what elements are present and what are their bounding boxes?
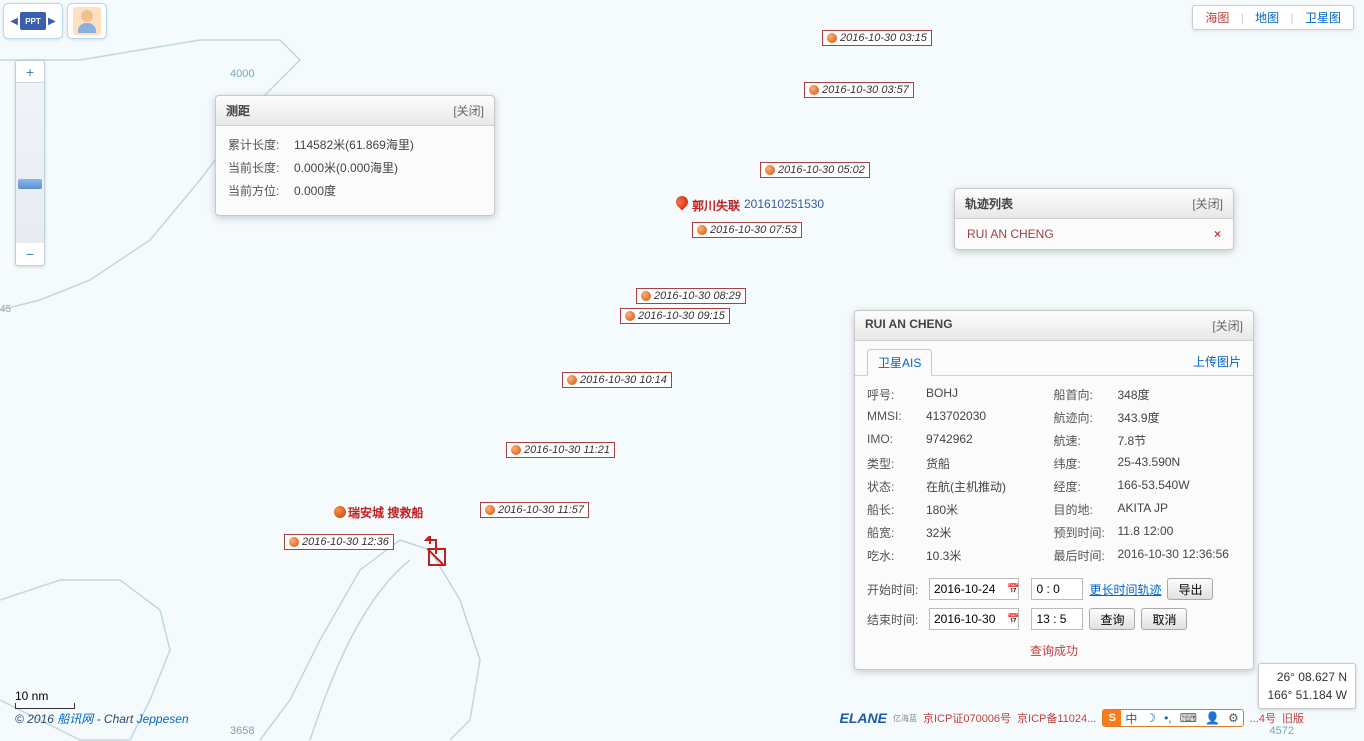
measure-title: 测距: [226, 102, 250, 119]
track-timestamp: 2016-10-30 11:57: [480, 502, 589, 518]
cursor-lon: 166° 51.184 W: [1267, 686, 1347, 704]
start-time-input[interactable]: [1031, 578, 1083, 600]
end-date-input[interactable]: [929, 608, 1019, 630]
maptype-chart[interactable]: 海图: [1201, 11, 1233, 25]
end-time-input[interactable]: [1031, 608, 1083, 630]
track-timestamp: 2016-10-30 08:29: [636, 288, 746, 304]
map-type-switch: 海图 | 地图 | 卫星图: [1192, 5, 1354, 30]
poi-guochuan-time: 201610251530: [744, 197, 824, 211]
search-button[interactable]: 查询: [1089, 608, 1135, 630]
poi-guochuan-label: 郭川失联: [692, 197, 740, 214]
extend-track-link[interactable]: 更长时间轨迹: [1089, 581, 1161, 598]
query-status: 查询成功: [855, 634, 1253, 669]
track-dot-icon: [827, 33, 837, 43]
shipinfo-title: RUI AN CHENG: [865, 317, 953, 334]
track-timestamp: 2016-10-30 11:21: [506, 442, 615, 458]
measure-curlen-label: 当前长度:: [228, 159, 294, 176]
shipinfo-panel: RUI AN CHENG [关闭] 卫星AIS 上传图片 呼号:BOHJ 船首向…: [854, 310, 1254, 670]
measure-panel: 测距 [关闭] 累计长度:114582米(61.869海里) 当前长度:0.00…: [215, 95, 495, 216]
tracklist-panel: 轨迹列表 [关闭] RUI AN CHENG ×: [954, 188, 1234, 250]
zoom-thumb[interactable]: [18, 179, 42, 189]
zoom-slider[interactable]: [16, 83, 44, 243]
lat-45: 45: [0, 304, 11, 315]
icp-link-2[interactable]: 京ICP备11024...: [1017, 710, 1096, 726]
cancel-button[interactable]: 取消: [1141, 608, 1187, 630]
tracklist-title: 轨迹列表: [965, 195, 1013, 212]
track-timestamp: 2016-10-30 03:15: [822, 30, 932, 46]
measure-curbrg-value: 0.000度: [294, 182, 482, 199]
track-timestamp: 2016-10-30 05:02: [760, 162, 870, 178]
scale-bar: 10 nm: [15, 689, 75, 709]
poi-rescue-label: 瑞安城 搜救船: [348, 504, 423, 521]
copyright: © 2016 船讯网 - Chart Jeppesen: [15, 710, 189, 727]
ship-heading-icon: [418, 536, 448, 556]
measure-close-button[interactable]: [关闭]: [453, 102, 484, 119]
scale-label: 10 nm: [15, 689, 75, 703]
old-version-link[interactable]: 旧版: [1282, 710, 1304, 726]
arrow-right-icon: ▶: [48, 16, 56, 27]
ime-person-icon[interactable]: 👤: [1201, 711, 1224, 725]
maptype-map[interactable]: 地图: [1251, 11, 1283, 25]
zoom-control: + −: [15, 60, 45, 266]
ppt-icon: PPT: [20, 12, 46, 30]
measure-curlen-value: 0.000米(0.000海里): [294, 159, 482, 176]
ime-gear-icon[interactable]: ⚙: [1224, 711, 1243, 725]
track-timestamp: 2016-10-30 07:53: [692, 222, 802, 238]
shipinfo-grid: 呼号:BOHJ 船首向:348度 MMSI:413702030 航迹向:343.…: [855, 376, 1253, 574]
calendar-icon[interactable]: 📅: [1007, 614, 1019, 625]
elane-logo: ELANE: [840, 710, 887, 726]
tool-ppt-button[interactable]: ◀ PPT ▶: [3, 3, 63, 39]
measure-total-value: 114582米(61.869海里): [294, 136, 482, 153]
track-timestamp: 2016-10-30 10:14: [562, 372, 672, 388]
shipxy-link[interactable]: 船讯网: [57, 712, 93, 726]
export-button[interactable]: 导出: [1167, 578, 1213, 600]
ime-zhong-icon[interactable]: 中: [1121, 710, 1141, 727]
depth-3658: 3658: [230, 725, 254, 737]
jeppesen-link[interactable]: Jeppesen: [137, 712, 189, 726]
ime-s-icon[interactable]: S: [1103, 709, 1121, 727]
start-time-label: 开始时间:: [867, 581, 923, 598]
tracklist-delete-button[interactable]: ×: [1214, 227, 1221, 241]
tab-satellite-ais[interactable]: 卫星AIS: [867, 349, 932, 376]
shipinfo-close-button[interactable]: [关闭]: [1212, 317, 1243, 334]
track-timestamp: 2016-10-30 12:36: [284, 534, 394, 550]
cursor-coordinates: 26° 08.627 N 166° 51.184 W: [1258, 663, 1356, 709]
ime-toolbar[interactable]: S 中 ☽ •, ⌨ 👤 ⚙: [1102, 709, 1243, 727]
measure-curbrg-label: 当前方位:: [228, 182, 294, 199]
track-timestamp: 2016-10-30 03:57: [804, 82, 914, 98]
calendar-icon[interactable]: 📅: [1007, 584, 1019, 595]
cursor-lat: 26° 08.627 N: [1267, 668, 1347, 686]
tracklist-close-button[interactable]: [关闭]: [1192, 195, 1223, 212]
poi-dot-icon: [334, 506, 346, 518]
ime-comma-icon[interactable]: •,: [1160, 711, 1176, 725]
ime-keyboard-icon[interactable]: ⌨: [1176, 711, 1201, 725]
maptype-sat[interactable]: 卫星图: [1301, 11, 1345, 25]
tracklist-item[interactable]: RUI AN CHENG ×: [955, 219, 1233, 249]
upload-image-link[interactable]: 上传图片: [1193, 349, 1241, 375]
start-date-input[interactable]: [929, 578, 1019, 600]
measure-total-label: 累计长度:: [228, 136, 294, 153]
zoom-in-button[interactable]: +: [16, 61, 44, 83]
avatar-icon: [73, 7, 101, 35]
end-time-label: 结束时间:: [867, 611, 923, 628]
icp-link-1[interactable]: 京ICP证070006号: [923, 710, 1011, 726]
ime-moon-icon[interactable]: ☽: [1141, 711, 1160, 725]
track-timestamp: 2016-10-30 09:15: [620, 308, 730, 324]
zoom-out-button[interactable]: −: [16, 243, 44, 265]
user-avatar-button[interactable]: [67, 3, 107, 39]
tracklist-item-label: RUI AN CHENG: [967, 227, 1054, 241]
arrow-left-icon: ◀: [10, 16, 18, 27]
footer-right: ELANE 亿海蓝 京ICP证070006号 京ICP备11024... S 中…: [840, 709, 1304, 727]
